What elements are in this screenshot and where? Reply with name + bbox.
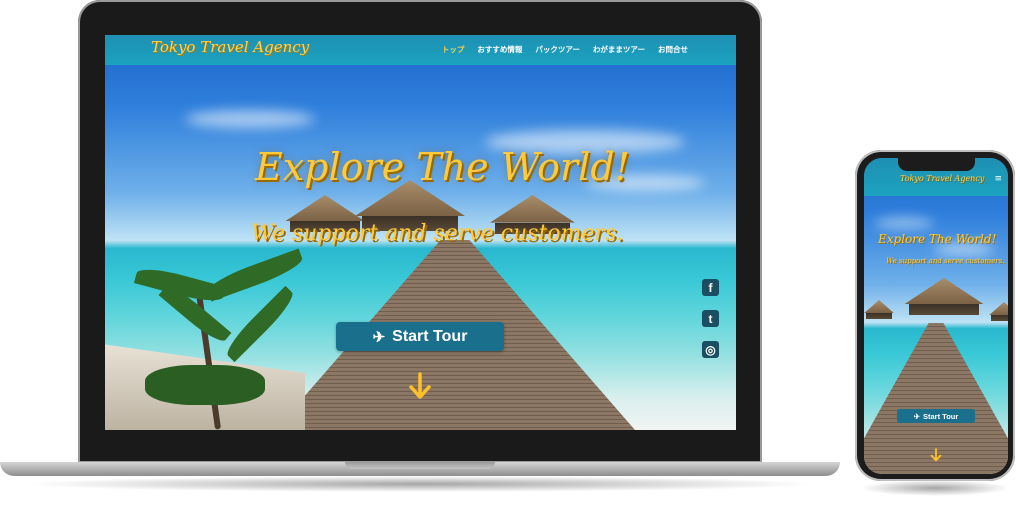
phone-shadow [860,480,1010,496]
phone-notch [898,158,975,171]
cloud [185,110,315,128]
hero-subtitle: We support and serve customers. [251,221,624,246]
laptop-hinge-notch [345,462,495,469]
start-tour-label: Start Tour [392,327,468,345]
hero-title: Explore The World! [255,145,630,189]
water-villa [864,300,894,322]
instagram-icon[interactable]: ◎ [702,341,719,358]
mobile-start-tour-button[interactable]: ✈ Start Tour [897,409,975,423]
mobile-hero-subtitle: We support and serve customers. [886,257,1005,265]
site-header: Tokyo Travel Agency トップ おすすめ情報 パックツアー わが… [105,35,736,65]
cloud [874,218,934,228]
phone-screen: Tokyo Travel Agency ≡ Explore The World!… [864,158,1008,474]
airplane-icon: ✈ [372,328,386,346]
mobile-site-logo[interactable]: Tokyo Travel Agency [900,174,984,183]
laptop-screen: Tokyo Travel Agency トップ おすすめ情報 パックツアー わが… [105,35,736,430]
mobile-hero-title: Explore The World! [878,232,997,246]
nav-item-recommended[interactable]: おすすめ情報 [477,44,522,55]
nav-item-contact[interactable]: お問合せ [658,44,688,55]
water-villa [989,302,1008,324]
site-logo[interactable]: Tokyo Travel Agency [151,38,309,56]
mobile-scroll-down-arrow-icon[interactable] [930,448,942,462]
scroll-down-arrow-icon[interactable] [408,372,432,400]
facebook-icon[interactable]: f [702,279,719,296]
laptop-shadow [20,476,820,492]
nav-item-package-tour[interactable]: パックツアー [535,44,580,55]
twitter-icon[interactable]: t [702,310,719,327]
start-tour-button[interactable]: ✈ Start Tour [336,322,504,351]
airplane-icon: ✈ [913,411,920,421]
hamburger-menu-icon[interactable]: ≡ [994,174,1002,184]
main-nav: トップ おすすめ情報 パックツアー わがままツアー お問合せ [442,44,688,55]
palm-tree [133,245,315,430]
mobile-start-tour-label: Start Tour [923,411,959,421]
nav-item-custom-tour[interactable]: わがままツアー [593,44,645,55]
nav-item-top[interactable]: トップ [442,44,465,55]
water-villa [904,278,984,322]
